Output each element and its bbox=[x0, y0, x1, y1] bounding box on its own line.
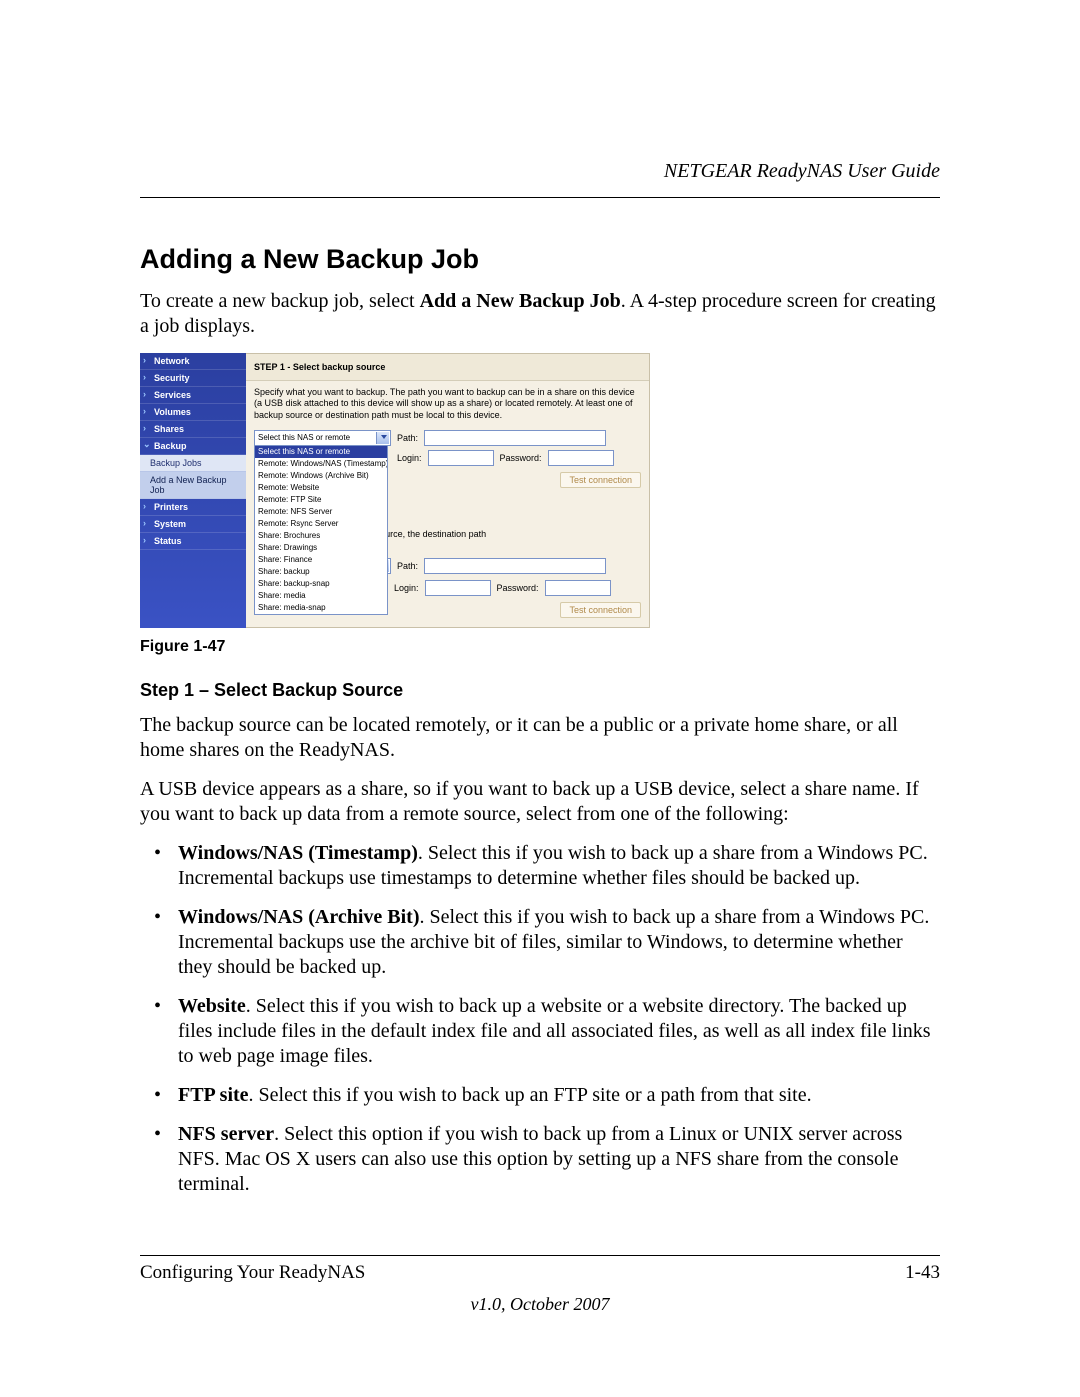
source-dropdown[interactable]: Select this NAS or remote Select this NA… bbox=[254, 430, 391, 446]
footer-rule bbox=[140, 1255, 940, 1256]
source-path-input[interactable] bbox=[424, 430, 606, 446]
dd-option[interactable]: Share: Brochures bbox=[255, 530, 387, 542]
nav-sidebar: Network Security Services Volumes Shares… bbox=[140, 353, 246, 628]
figure-caption: Figure 1-47 bbox=[140, 638, 940, 656]
source-type-list: Windows/NAS (Timestamp) . Select this if … bbox=[140, 841, 940, 1197]
screenshot-main: STEP 1 - Select backup source Specify wh… bbox=[246, 353, 650, 628]
bullet-lead: Website bbox=[178, 995, 246, 1017]
bullet-lead: Windows/NAS (Timestamp) bbox=[178, 842, 418, 864]
source-dropdown-value: Select this NAS or remote bbox=[258, 433, 350, 442]
dd-option[interactable]: Share: backup bbox=[255, 566, 387, 578]
sidebar-item-status[interactable]: Status bbox=[140, 533, 246, 550]
sidebar-item-system[interactable]: System bbox=[140, 516, 246, 533]
step1-p2: A USB device appears as a share, so if y… bbox=[140, 777, 940, 827]
doc-title: NETGEAR ReadyNAS User Guide bbox=[140, 160, 940, 183]
sidebar-item-printers[interactable]: Printers bbox=[140, 499, 246, 516]
source-login-input[interactable] bbox=[428, 450, 494, 466]
dd-option[interactable]: Select this NAS or remote bbox=[255, 446, 387, 458]
bullet-lead: NFS server bbox=[178, 1123, 274, 1145]
intro-paragraph: To create a new backup job, select Add a… bbox=[140, 289, 940, 339]
sidebar-item-backup[interactable]: Backup bbox=[140, 438, 246, 455]
dd-option[interactable]: Share: Finance bbox=[255, 554, 387, 566]
dd-option[interactable]: Remote: Windows/NAS (Timestamp) bbox=[255, 458, 387, 470]
step1-title-bar: STEP 1 - Select backup source bbox=[246, 354, 649, 381]
source-dropdown-list[interactable]: Select this NAS or remote Remote: Window… bbox=[254, 445, 388, 615]
dd-option[interactable]: Remote: FTP Site bbox=[255, 494, 387, 506]
intro-bold: Add a New Backup Job bbox=[420, 290, 621, 312]
test-connection-button-2[interactable]: Test connection bbox=[560, 602, 641, 618]
dd-option[interactable]: Share: media-snap bbox=[255, 602, 387, 614]
dd-option[interactable]: Share: Drawings bbox=[255, 542, 387, 554]
path-label: Path: bbox=[397, 433, 418, 443]
dd-option[interactable]: Remote: Website bbox=[255, 482, 387, 494]
source-password-input[interactable] bbox=[548, 450, 614, 466]
bullet-text: . Select this option if you wish to back… bbox=[178, 1123, 902, 1195]
dd-option[interactable]: Share: media bbox=[255, 590, 387, 602]
footer-left: Configuring Your ReadyNAS bbox=[140, 1262, 365, 1284]
bullet-text: . Select this if you wish to back up a w… bbox=[178, 995, 931, 1067]
list-item: Website. Select this if you wish to back… bbox=[140, 994, 940, 1069]
step1-heading: Step 1 – Select Backup Source bbox=[140, 680, 940, 701]
login-label: Login: bbox=[397, 453, 422, 463]
password-label-2: Password: bbox=[497, 583, 539, 593]
dd-option[interactable]: Remote: Rsync Server bbox=[255, 518, 387, 530]
document-page: NETGEAR ReadyNAS User Guide Adding a New… bbox=[0, 0, 1080, 1397]
footer-version: v1.0, October 2007 bbox=[140, 1294, 940, 1315]
dd-option[interactable]: Share: backup-snap bbox=[255, 578, 387, 590]
test-connection-button[interactable]: Test connection bbox=[560, 472, 641, 488]
footer-page-number: 1-43 bbox=[905, 1262, 940, 1284]
list-item: NFS server. Select this option if you wi… bbox=[140, 1122, 940, 1197]
figure-1-47: Network Security Services Volumes Shares… bbox=[140, 353, 940, 656]
intro-text-pre: To create a new backup job, select bbox=[140, 290, 420, 312]
screenshot: Network Security Services Volumes Shares… bbox=[140, 353, 650, 628]
sidebar-item-services[interactable]: Services bbox=[140, 387, 246, 404]
password-label: Password: bbox=[500, 453, 542, 463]
bullet-lead: FTP site bbox=[178, 1084, 249, 1106]
step1-p1: The backup source can be located remotel… bbox=[140, 713, 940, 763]
sidebar-item-network[interactable]: Network bbox=[140, 353, 246, 370]
page-footer: Configuring Your ReadyNAS 1-43 v1.0, Oct… bbox=[140, 1255, 940, 1315]
list-item: Windows/NAS (Archive Bit). Select this i… bbox=[140, 905, 940, 980]
section-heading: Adding a New Backup Job bbox=[140, 244, 940, 275]
sidebar-item-shares[interactable]: Shares bbox=[140, 421, 246, 438]
bullet-lead: Windows/NAS (Archive Bit) bbox=[178, 906, 420, 928]
dest-password-input[interactable] bbox=[545, 580, 611, 596]
header-rule bbox=[140, 197, 940, 198]
dest-path-input[interactable] bbox=[424, 558, 606, 574]
dest-login-input[interactable] bbox=[425, 580, 491, 596]
list-item: Windows/NAS (Timestamp). Select this if … bbox=[140, 841, 940, 891]
sidebar-sub-add-backup-job[interactable]: Add a New Backup Job bbox=[140, 472, 246, 499]
dd-option[interactable]: Remote: NFS Server bbox=[255, 506, 387, 518]
list-item: FTP site. Select this if you wish to bac… bbox=[140, 1083, 940, 1108]
bullet-text: . Select this if you wish to back up an … bbox=[249, 1084, 812, 1106]
page-header: NETGEAR ReadyNAS User Guide bbox=[140, 160, 940, 198]
source-row: Select this NAS or remote Select this NA… bbox=[246, 427, 649, 491]
path-label-2: Path: bbox=[397, 561, 418, 571]
sidebar-sub-backup-jobs[interactable]: Backup Jobs bbox=[140, 455, 246, 472]
login-label-2: Login: bbox=[394, 583, 419, 593]
sidebar-item-volumes[interactable]: Volumes bbox=[140, 404, 246, 421]
chevron-down-icon bbox=[381, 435, 387, 439]
dd-option[interactable]: Remote: Windows (Archive Bit) bbox=[255, 470, 387, 482]
step1-description: Specify what you want to backup. The pat… bbox=[246, 381, 649, 427]
sidebar-item-security[interactable]: Security bbox=[140, 370, 246, 387]
